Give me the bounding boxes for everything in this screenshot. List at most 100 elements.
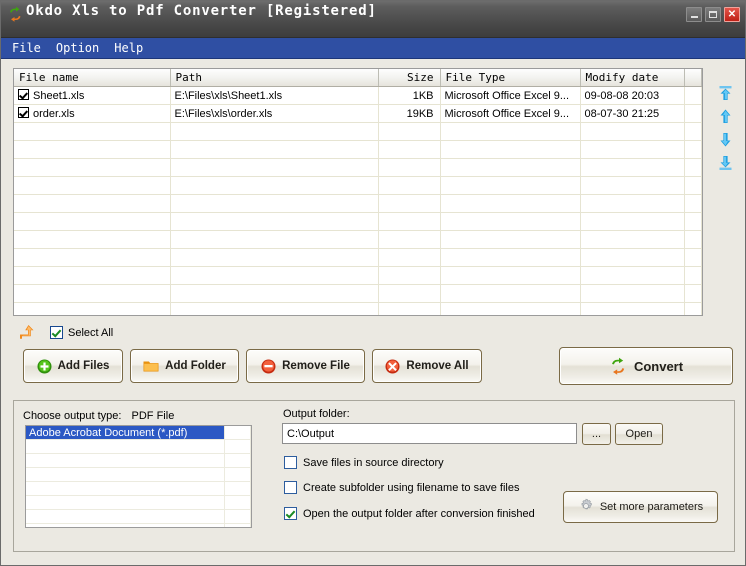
option-open-output-folder[interactable]: Open the output folder after conversion … — [284, 507, 535, 520]
add-folder-label: Add Folder — [165, 360, 226, 372]
table-row-empty[interactable] — [14, 249, 702, 267]
list-item-empty[interactable] — [26, 468, 251, 482]
application-window: Okdo Xls to Pdf Converter [Registered] ✕… — [0, 0, 746, 566]
output-folder-label: Output folder: — [283, 408, 350, 420]
open-output-folder-label: Open the output folder after conversion … — [303, 508, 535, 520]
list-item-empty[interactable] — [26, 510, 251, 524]
menu-item-file[interactable]: File — [9, 40, 48, 57]
cell-file-type: Microsoft Office Excel 9... — [440, 87, 580, 105]
table-row-empty[interactable] — [14, 213, 702, 231]
cell-modify-date: 08-07-30 21:25 — [580, 105, 684, 123]
arrow-to-top-icon — [717, 85, 734, 102]
cell-spacer — [684, 87, 702, 105]
convert-button[interactable]: Convert — [559, 347, 733, 385]
cell-file-name[interactable]: order.xls — [14, 105, 170, 123]
red-x-icon — [385, 359, 400, 374]
red-minus-icon — [261, 359, 276, 374]
option-create-subfolder[interactable]: Create subfolder using filename to save … — [284, 481, 519, 494]
add-folder-button[interactable]: Add Folder — [130, 349, 239, 383]
create-subfolder-label: Create subfolder using filename to save … — [303, 482, 519, 494]
select-all-label: Select All — [68, 327, 113, 339]
save-in-source-label: Save files in source directory — [303, 457, 444, 469]
cell-file-name-text: order.xls — [33, 108, 75, 120]
browse-folder-button[interactable]: ... — [582, 423, 611, 445]
move-up-button[interactable] — [714, 107, 736, 126]
order-buttons — [711, 84, 739, 172]
column-header-spacer — [684, 69, 702, 87]
add-files-label: Add Files — [58, 360, 110, 372]
up-one-level-icon[interactable] — [19, 324, 39, 341]
table-row-empty[interactable] — [14, 231, 702, 249]
cell-path: E:\Files\xls\Sheet1.xls — [170, 87, 378, 105]
column-header-path[interactable]: Path — [170, 69, 378, 87]
output-type-value: PDF File — [132, 410, 175, 422]
convert-label: Convert — [634, 359, 683, 374]
output-type-list-body: Adobe Acrobat Document (*.pdf) — [26, 426, 251, 528]
remove-all-button[interactable]: Remove All — [372, 349, 482, 383]
window-controls: ✕ — [686, 7, 740, 22]
table-row-empty[interactable] — [14, 267, 702, 285]
list-item-empty[interactable] — [26, 496, 251, 510]
move-to-top-button[interactable] — [714, 84, 736, 103]
cell-size: 19KB — [378, 105, 440, 123]
minimize-button[interactable] — [686, 7, 702, 22]
open-output-folder-checkbox[interactable] — [284, 507, 297, 520]
move-down-button[interactable] — [714, 130, 736, 149]
menu-item-option[interactable]: Option — [53, 40, 106, 57]
table-row-empty[interactable] — [14, 159, 702, 177]
open-folder-button[interactable]: Open — [615, 423, 663, 445]
title-bar: Okdo Xls to Pdf Converter [Registered] ✕ — [1, 1, 745, 38]
cell-file-type: Microsoft Office Excel 9... — [440, 105, 580, 123]
green-plus-icon — [37, 359, 52, 374]
output-type-label: Choose output type: — [23, 410, 121, 422]
row-checkbox[interactable] — [18, 107, 29, 118]
menu-item-help[interactable]: Help — [111, 40, 150, 57]
cell-modify-date: 09-08-08 20:03 — [580, 87, 684, 105]
table-row-empty[interactable] — [14, 195, 702, 213]
close-button[interactable]: ✕ — [724, 7, 740, 22]
list-item-empty[interactable] — [26, 440, 251, 454]
table-row-empty[interactable] — [14, 303, 702, 317]
option-save-in-source-directory[interactable]: Save files in source directory — [284, 456, 444, 469]
select-all-checkbox[interactable] — [50, 326, 63, 339]
file-list-body: Sheet1.xls E:\Files\xls\Sheet1.xls1KBMicr… — [14, 87, 702, 317]
column-header-file-type[interactable]: File Type — [440, 69, 580, 87]
table-row-empty[interactable] — [14, 123, 702, 141]
convert-arrows-icon — [609, 357, 628, 376]
list-item-empty[interactable] — [26, 454, 251, 468]
remove-all-label: Remove All — [406, 360, 468, 372]
cell-file-name[interactable]: Sheet1.xls — [14, 87, 170, 105]
file-list[interactable]: File name Path Size File Type Modify dat… — [13, 68, 703, 316]
arrow-down-icon — [717, 131, 734, 148]
table-row-empty[interactable] — [14, 285, 702, 303]
set-more-parameters-button[interactable]: Set more parameters — [563, 491, 718, 523]
app-icon — [7, 6, 24, 23]
remove-file-button[interactable]: Remove File — [246, 349, 365, 383]
list-item-empty[interactable] — [26, 524, 251, 529]
move-to-bottom-button[interactable] — [714, 153, 736, 172]
output-type-label-row: Choose output type: PDF File — [23, 410, 174, 422]
output-type-option[interactable]: Adobe Acrobat Document (*.pdf) — [26, 426, 224, 440]
gear-icon — [578, 498, 594, 517]
save-in-source-checkbox[interactable] — [284, 456, 297, 469]
arrow-up-icon — [717, 108, 734, 125]
row-checkbox[interactable] — [18, 89, 29, 100]
list-item-empty[interactable] — [26, 482, 251, 496]
list-item[interactable]: Adobe Acrobat Document (*.pdf) — [26, 426, 251, 440]
cell-file-name-text: Sheet1.xls — [33, 90, 84, 102]
cell-path: E:\Files\xls\order.xls — [170, 105, 378, 123]
table-row[interactable]: Sheet1.xls E:\Files\xls\Sheet1.xls1KBMicr… — [14, 87, 702, 105]
column-header-modify-date[interactable]: Modify date — [580, 69, 684, 87]
table-row[interactable]: order.xls E:\Files\xls\order.xls19KBMicro… — [14, 105, 702, 123]
maximize-button[interactable] — [705, 7, 721, 22]
output-folder-input[interactable] — [282, 423, 577, 444]
output-type-list[interactable]: Adobe Acrobat Document (*.pdf) — [25, 425, 252, 528]
add-files-button[interactable]: Add Files — [23, 349, 123, 383]
window-title: Okdo Xls to Pdf Converter [Registered] — [26, 3, 377, 19]
cell-size: 1KB — [378, 87, 440, 105]
column-header-file-name[interactable]: File name — [14, 69, 170, 87]
table-row-empty[interactable] — [14, 141, 702, 159]
create-subfolder-checkbox[interactable] — [284, 481, 297, 494]
column-header-size[interactable]: Size — [378, 69, 440, 87]
table-row-empty[interactable] — [14, 177, 702, 195]
